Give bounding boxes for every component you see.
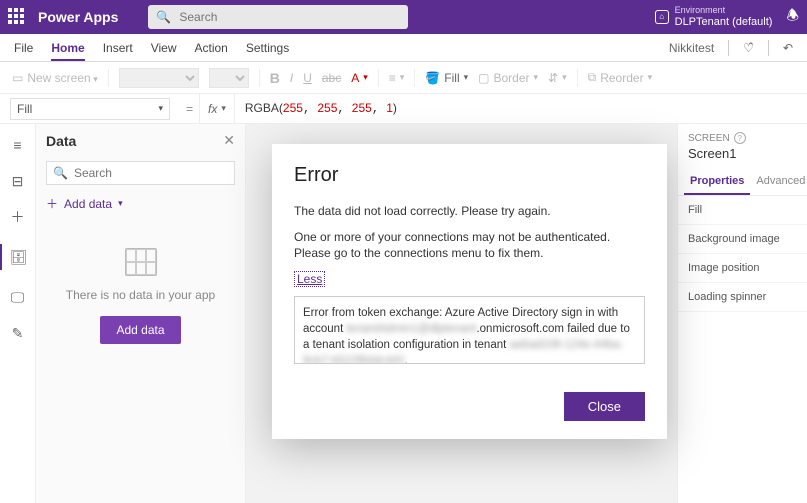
prop-image-position[interactable]: Image position [678,254,807,283]
toggle-less-link[interactable]: Less [294,271,325,287]
menu-file[interactable]: File [14,41,33,55]
formula-bar: Fill▾ = fx▾ RGBA(255, 255, 255, 1) [0,94,807,124]
notifications-icon[interactable]: 🕭 [786,5,799,29]
fill-button[interactable]: 🪣 Fill [425,71,468,85]
environment-icon: ⌂ [655,10,669,24]
brand-bar: Power Apps 🔍 ⌂ Environment DLPTenant (de… [0,0,807,34]
menu-view[interactable]: View [151,41,177,55]
global-search[interactable]: 🔍 [148,5,408,29]
media-icon[interactable]: 🖵 [9,288,27,306]
error-line-2: One or more of your connections may not … [294,229,645,261]
align-button[interactable]: ≡ [389,71,405,85]
brand-title: Power Apps [38,9,118,25]
close-panel-icon[interactable]: ✕ [223,132,235,149]
environment-label: Environment [675,6,773,16]
menu-bar: File Home Insert View Action Settings Ni… [0,34,807,62]
insert-pane-icon[interactable]: ⊟ [9,172,27,190]
checker-icon[interactable]: ♡̑ [743,41,754,55]
font-picker[interactable] [119,68,199,88]
reorder-icon: ⧉ [588,70,597,85]
close-button[interactable]: Close [564,392,645,421]
underline-button[interactable]: U [303,71,312,85]
tools-icon[interactable]: ✎ [9,324,27,342]
new-screen-button[interactable]: ▭New screen [12,71,98,85]
align-button-2[interactable]: ⇵ [548,71,567,85]
data-search[interactable]: 🔍 [46,161,235,185]
tab-advanced[interactable]: Advanced [750,169,807,195]
prop-background-image[interactable]: Background image [678,225,807,254]
global-search-input[interactable] [177,9,400,25]
tab-properties[interactable]: Properties [684,169,750,195]
tree-view-icon[interactable]: ≡ [9,136,27,154]
add-data-link[interactable]: ＋Add data [46,195,235,212]
data-pane-icon[interactable]: 🗄 [10,248,28,266]
menu-home[interactable]: Home [51,41,84,61]
divider [728,40,729,56]
plus-icon: ＋ [46,195,58,212]
user-name[interactable]: Nikkitest [669,41,714,55]
error-line-1: The data did not load correctly. Please … [294,203,645,219]
fill-icon: 🪣 [425,71,440,85]
add-data-button[interactable]: Add data [100,316,180,344]
format-toolbar: ▭New screen B I U abc A ≡ 🪣 Fill ▢ Borde… [0,62,807,94]
italic-button[interactable]: I [290,71,293,85]
environment-picker[interactable]: ⌂ Environment DLPTenant (default) [655,6,773,28]
formula-input[interactable]: RGBA(255, 255, 255, 1) [235,101,397,116]
environment-name: DLPTenant (default) [675,16,773,28]
app-launcher-icon[interactable] [8,8,26,26]
data-search-input[interactable] [72,165,231,181]
border-icon: ▢ [478,71,489,85]
screen-label: SCREEN? [688,132,797,144]
bold-button[interactable]: B [270,70,280,86]
new-screen-icon: ▭ [12,71,23,85]
font-size-picker[interactable] [209,68,249,88]
error-title: Error [294,164,645,187]
empty-data-message: There is no data in your app [66,288,215,302]
left-rail: ≡ ⊟ ＋ 🗄 🖵 ✎ [0,124,36,503]
screen-name: Screen1 [688,146,797,161]
properties-panel: SCREEN? Screen1 Properties Advanced Fill… [677,124,807,503]
fx-button[interactable]: fx▾ [199,94,235,123]
data-panel-title: Data [46,133,76,149]
undo-icon[interactable]: ↶ [783,41,793,55]
table-empty-icon [125,248,157,276]
strike-button[interactable]: abc [322,71,341,85]
error-dialog: Error The data did not load correctly. P… [272,144,667,439]
error-details-box[interactable]: Error from token exchange: Azure Active … [294,296,645,364]
data-panel: Data ✕ 🔍 ＋Add data There is no data in y… [36,124,246,503]
help-icon[interactable]: ? [734,132,746,144]
divider [768,40,769,56]
menu-insert[interactable]: Insert [103,41,133,55]
border-button[interactable]: ▢ Border [478,71,538,85]
search-icon: 🔍 [156,10,171,24]
property-selector[interactable]: Fill▾ [10,98,170,120]
prop-fill[interactable]: Fill [678,196,807,225]
prop-loading-spinner[interactable]: Loading spinner [678,283,807,312]
menu-settings[interactable]: Settings [246,41,289,55]
add-icon[interactable]: ＋ [9,208,27,226]
font-color-button[interactable]: A [351,71,368,85]
search-icon: 🔍 [53,166,68,180]
menu-action[interactable]: Action [195,41,228,55]
reorder-button[interactable]: ⧉ Reorder [588,70,652,85]
